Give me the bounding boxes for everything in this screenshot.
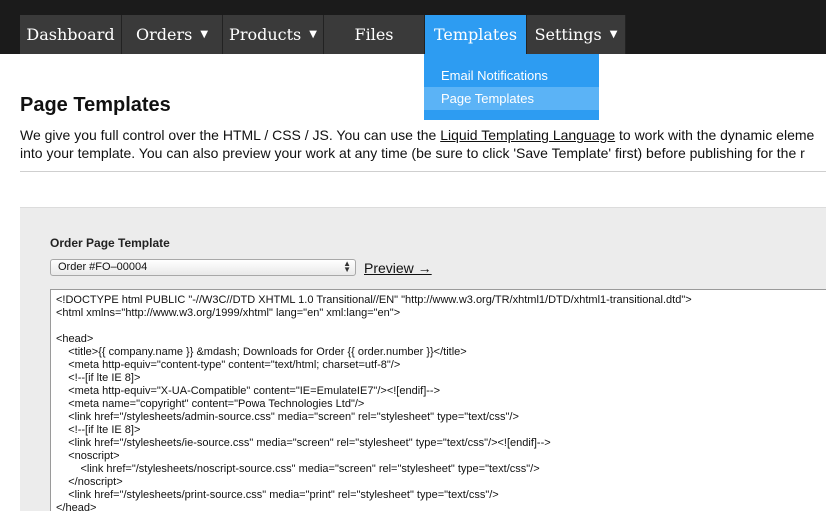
nav-dashboard[interactable]: Dashboard [20, 15, 122, 54]
select-arrows-icon: ▲ ▼ [343, 259, 351, 274]
preview-link[interactable]: Preview → [364, 260, 432, 276]
nav-files-label: Files [354, 25, 394, 44]
code-line: <meta name="copyright" content="Powa Tec… [56, 398, 365, 410]
code-line: <html xmlns="http://www.w3.org/1999/xhtm… [56, 307, 401, 319]
code-line: <meta http-equiv="X-UA-Compatible" conte… [56, 385, 441, 397]
code-line: <title>{{ company.name }} &mdash; Downlo… [56, 346, 467, 358]
code-line: <!--[if lte IE 8]> [56, 424, 141, 436]
nav-orders[interactable]: Orders ▼ [122, 15, 223, 54]
nav-products[interactable]: Products ▼ [223, 15, 324, 54]
nav-files[interactable]: Files [324, 15, 425, 54]
description-line-2: into your template. You can also preview… [20, 145, 805, 161]
main-nav: Dashboard Orders ▼ Products ▼ Files Temp… [20, 15, 626, 54]
template-editor-panel: Order Page Template Order #FO–00004 ▲ ▼ P… [20, 207, 826, 511]
page-description: We give you full control over the HTML /… [20, 126, 826, 162]
code-line: <link href="/stylesheets/print-source.cs… [56, 489, 499, 501]
code-line: <meta http-equiv="content-type" content=… [56, 359, 401, 371]
chevron-down-icon: ▼ [609, 29, 618, 40]
code-editor[interactable]: <!DOCTYPE html PUBLIC "-//W3C//DTD XHTML… [50, 289, 826, 511]
code-line: <link href="/stylesheets/noscript-source… [56, 463, 540, 475]
templates-dropdown-menu: Email Notifications Page Templates [424, 54, 599, 120]
code-line: <link href="/stylesheets/ie-source.css" … [56, 437, 551, 449]
code-line: <link href="/stylesheets/admin-source.cs… [56, 411, 519, 423]
description-text: to work with the dynamic eleme [615, 127, 815, 143]
chevron-down-icon: ▼ [309, 29, 317, 40]
code-line: </noscript> [56, 476, 123, 488]
chevron-down-icon: ▼ [200, 29, 209, 40]
nav-templates[interactable]: Templates [425, 15, 527, 54]
nav-settings[interactable]: Settings ▼ [527, 15, 626, 54]
liquid-templating-link[interactable]: Liquid Templating Language [440, 127, 615, 143]
code-line: <!--[if lte IE 8]> [56, 372, 141, 384]
nav-dashboard-label: Dashboard [26, 25, 115, 44]
order-select-value: Order #FO–00004 [58, 261, 148, 273]
template-label: Order Page Template [50, 236, 170, 250]
top-bar: Dashboard Orders ▼ Products ▼ Files Temp… [0, 0, 826, 54]
nav-products-label: Products [229, 25, 302, 44]
nav-settings-label: Settings [534, 25, 602, 44]
menu-item-email-notifications[interactable]: Email Notifications [424, 64, 599, 87]
code-line: <!DOCTYPE html PUBLIC "-//W3C//DTD XHTML… [56, 294, 692, 306]
description-text: We give you full control over the HTML /… [20, 127, 441, 143]
code-line: <noscript> [56, 450, 120, 462]
menu-item-label: Page Templates [441, 91, 534, 106]
menu-item-page-templates[interactable]: Page Templates [424, 87, 599, 110]
code-line: <head> [56, 333, 94, 345]
divider [20, 171, 826, 172]
description-line-1: We give you full control over the HTML /… [20, 126, 826, 144]
order-select[interactable]: Order #FO–00004 ▲ ▼ [50, 259, 356, 276]
page-title: Page Templates [20, 94, 171, 116]
nav-templates-label: Templates [433, 25, 518, 44]
nav-orders-label: Orders [135, 25, 193, 44]
menu-item-label: Email Notifications [441, 68, 548, 83]
